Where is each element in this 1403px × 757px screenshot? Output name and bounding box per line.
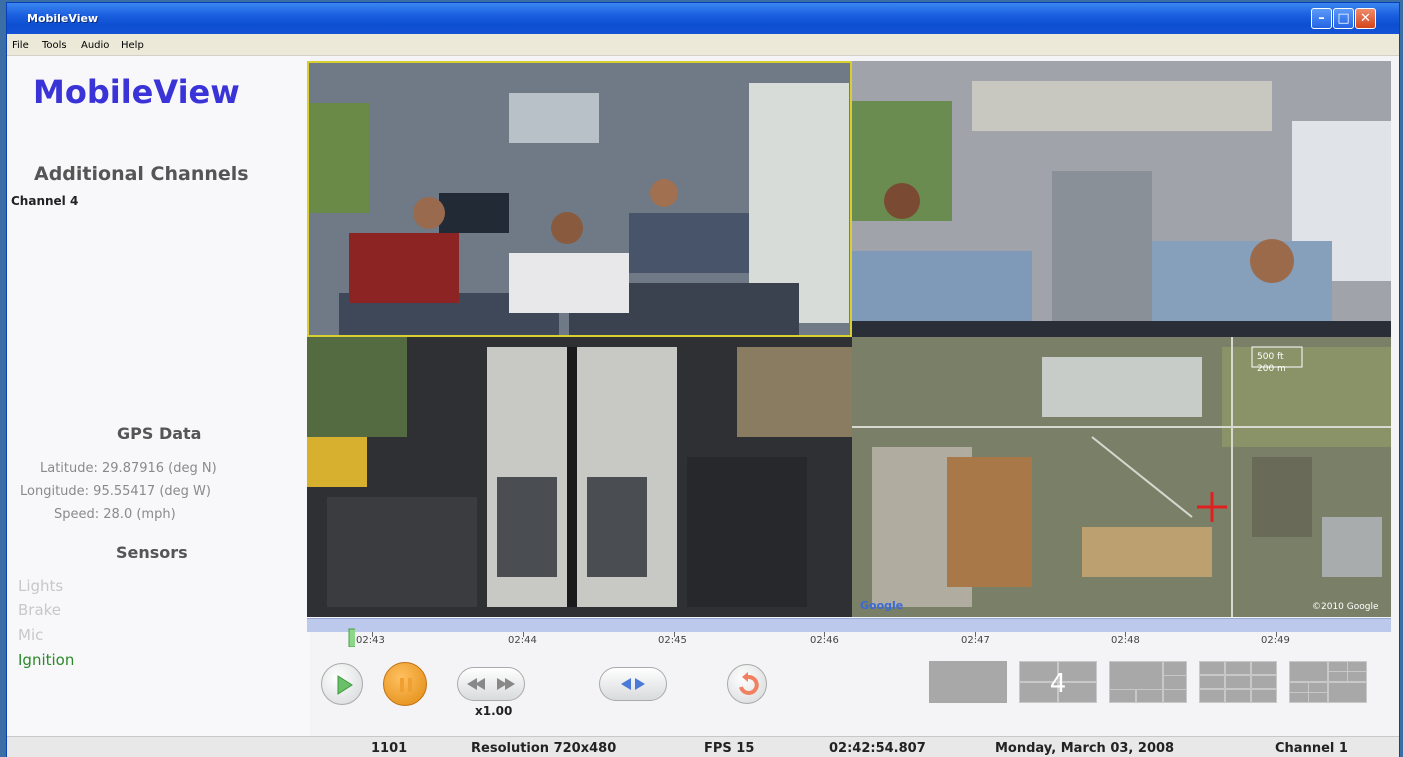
bus-door-view xyxy=(307,337,852,617)
quad-layout-icon: 4 xyxy=(1019,661,1097,703)
gps-speed: Speed: 28.0 (mph) xyxy=(54,507,176,522)
pause-icon xyxy=(400,678,412,692)
menu-audio[interactable]: Audio xyxy=(81,40,109,51)
play-button[interactable] xyxy=(321,663,363,705)
layout-quad-button[interactable]: 4 xyxy=(1019,661,1097,703)
app-name: MobileView xyxy=(33,73,240,111)
menu-help[interactable]: Help xyxy=(121,40,144,51)
replay-icon xyxy=(739,672,759,695)
minimize-icon: – xyxy=(1318,11,1325,26)
speed-control[interactable] xyxy=(457,667,525,701)
menu-file[interactable]: File xyxy=(12,40,29,51)
step-frame-control[interactable] xyxy=(599,667,667,701)
menu-tools[interactable]: Tools xyxy=(42,40,67,51)
status-date: Monday, March 03, 2008 xyxy=(995,741,1175,756)
video-channel-2[interactable] xyxy=(852,61,1391,337)
quad-layout-label: 4 xyxy=(1050,669,1067,699)
status-id: 1101 xyxy=(371,741,408,756)
video-channel-3[interactable] xyxy=(307,337,852,617)
video-channel-1[interactable] xyxy=(307,61,852,337)
map-view[interactable]: 500 ft 200 m Google ©2010 Google xyxy=(852,337,1391,617)
single-layout-icon xyxy=(929,661,1007,703)
timeline-label: 02:48 xyxy=(1111,635,1140,646)
gps-longitude: Longitude: 95.55417 (deg W) xyxy=(20,484,211,499)
bus-interior-front-view xyxy=(852,61,1391,337)
google-logo: Google xyxy=(860,599,903,612)
timeline-label: 02:43 xyxy=(356,635,385,646)
status-time: 02:42:54.807 xyxy=(829,741,926,756)
bus-interior-rear-view xyxy=(309,63,850,335)
timeline-label: 02:46 xyxy=(810,635,839,646)
gps-heading: GPS Data xyxy=(117,424,202,443)
sensor-lights: Lights xyxy=(18,577,64,595)
timeline-label: 02:47 xyxy=(961,635,990,646)
timeline-playhead[interactable] xyxy=(347,621,355,647)
app-window: MobileView – □ ✕ File Tools Audio Help M… xyxy=(6,2,1400,757)
layout-single-button[interactable] xyxy=(929,661,1007,703)
mixed-layout-icon xyxy=(1289,661,1367,703)
grid6-layout-icon xyxy=(1109,661,1187,703)
layout-grid9-button[interactable] xyxy=(1199,661,1277,703)
replay-button[interactable] xyxy=(727,664,767,704)
channel-4-item[interactable]: Channel 4 xyxy=(11,194,78,208)
sensor-mic: Mic xyxy=(18,626,44,644)
timeline-scrubber[interactable] xyxy=(307,618,1391,632)
playback-speed: x1.00 xyxy=(475,704,513,718)
timeline-label: 02:44 xyxy=(508,635,537,646)
title-bar[interactable]: MobileView – □ ✕ xyxy=(7,3,1399,34)
timeline-label: 02:45 xyxy=(658,635,687,646)
map-scale-m: 200 m xyxy=(1257,364,1286,374)
window-title: MobileView xyxy=(27,12,99,25)
close-button[interactable]: ✕ xyxy=(1355,8,1376,29)
status-bar: 1101 Resolution 720x480 FPS 15 02:42:54.… xyxy=(7,736,1399,757)
status-fps: FPS 15 xyxy=(704,741,755,756)
sensor-brake: Brake xyxy=(18,601,62,619)
sensor-ignition: Ignition xyxy=(18,651,75,669)
maximize-button[interactable]: □ xyxy=(1333,8,1354,29)
layout-mixed-button[interactable] xyxy=(1289,661,1367,703)
map-scale-ft: 500 ft xyxy=(1257,352,1284,362)
maximize-icon: □ xyxy=(1337,11,1350,26)
map-copyright: ©2010 Google xyxy=(1312,602,1379,612)
satellite-map: 500 ft 200 m Google ©2010 Google xyxy=(852,337,1391,617)
layout-grid6-button[interactable] xyxy=(1109,661,1187,703)
status-resolution: Resolution 720x480 xyxy=(471,741,617,756)
timeline-label: 02:49 xyxy=(1261,635,1290,646)
sidebar: MobileView Additional Channels Channel 4… xyxy=(7,56,310,736)
status-channel: Channel 1 xyxy=(1275,741,1348,756)
grid9-layout-icon xyxy=(1199,661,1277,703)
additional-channels-heading: Additional Channels xyxy=(34,163,249,185)
pause-button[interactable] xyxy=(383,662,427,706)
sensors-heading: Sensors xyxy=(116,543,188,562)
gps-latitude: Latitude: 29.87916 (deg N) xyxy=(40,461,217,476)
play-icon xyxy=(337,675,353,695)
step-arrows-icon xyxy=(621,678,645,690)
minimize-button[interactable]: – xyxy=(1311,8,1332,29)
close-icon: ✕ xyxy=(1360,11,1371,26)
rewind-forward-icon xyxy=(467,678,515,690)
menu-bar: File Tools Audio Help xyxy=(7,34,1399,56)
